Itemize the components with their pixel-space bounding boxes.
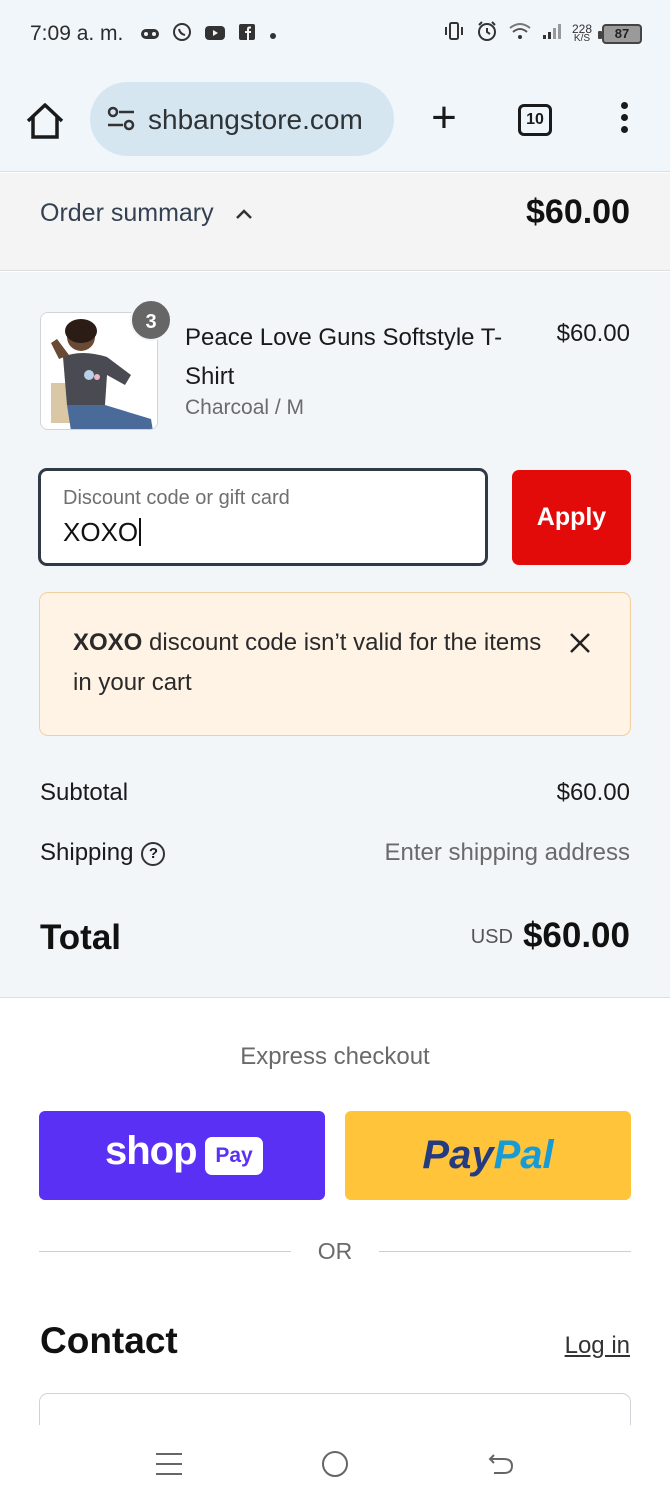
address-bar[interactable]: shbangstore.com — [90, 82, 394, 156]
system-icons: 228 K/S 87 — [442, 20, 642, 47]
order-summary-label: Order summary — [40, 199, 214, 227]
shop-pay-badge: Pay — [205, 1137, 263, 1175]
total-amount: USD $60.00 — [470, 916, 630, 955]
battery-icon: 87 — [598, 23, 642, 44]
more-menu-icon[interactable] — [614, 102, 634, 138]
subtotal-label: Subtotal — [40, 779, 129, 806]
alarm-icon — [476, 20, 498, 47]
discount-field-value: XOXO — [63, 517, 142, 548]
facebook-icon — [238, 23, 256, 46]
alert-message: XOXO discount code isn’t valid for the i… — [73, 629, 542, 696]
order-summary-panel: 3 Peace Love Guns Softstyle T-Shirt Char… — [0, 272, 670, 998]
vibrate-icon — [442, 21, 466, 46]
order-summary-toggle[interactable]: Order summary $60.00 — [0, 173, 670, 271]
dot-icon — [268, 24, 278, 46]
status-bar: 7:09 a. m. 228 K/S 87 — [0, 0, 670, 68]
whatsapp-icon — [172, 22, 192, 47]
discount-field-label: Discount code or gift card — [63, 487, 290, 509]
url-text: shbangstore.com — [148, 104, 363, 135]
close-icon[interactable] — [568, 631, 592, 655]
text-caret — [139, 518, 142, 546]
product-name: Peace Love Guns Softstyle T-Shirt — [185, 324, 503, 390]
net-speed: 228 K/S — [571, 21, 592, 44]
tabs-icon[interactable]: 10 — [518, 104, 552, 136]
chevron-up-icon — [234, 205, 254, 225]
help-icon[interactable]: ? — [141, 842, 166, 866]
youtube-icon — [204, 24, 226, 46]
divider-line-right — [379, 1251, 631, 1252]
status-time: 7:09 a. m. — [30, 22, 124, 45]
back-icon[interactable] — [486, 1451, 516, 1477]
paypal-button[interactable]: PayPal — [345, 1111, 631, 1200]
wifi-icon — [508, 21, 532, 46]
shipping-value: Enter shipping address — [384, 839, 630, 866]
order-summary-total: $60.00 — [526, 193, 630, 231]
shop-pay-button[interactable]: shop Pay — [39, 1111, 325, 1200]
subtotal-value: $60.00 — [556, 779, 630, 806]
express-checkout-title: Express checkout — [240, 1043, 430, 1070]
apply-button[interactable]: Apply — [512, 470, 631, 565]
browser-toolbar: shbangstore.com + 10 — [0, 68, 670, 172]
product-price: $60.00 — [556, 320, 630, 347]
quantity-badge: 3 — [130, 299, 172, 341]
signal-icon — [542, 22, 562, 45]
site-settings-icon[interactable] — [106, 106, 136, 132]
log-in-link[interactable]: Log in — [565, 1332, 630, 1360]
game-controller-icon — [140, 24, 160, 46]
discount-error-alert: XOXO discount code isn’t valid for the i… — [39, 592, 631, 736]
shop-pay-logo-text: shop — [105, 1129, 198, 1173]
home-nav-icon[interactable] — [322, 1451, 348, 1477]
new-tab-icon[interactable]: + — [424, 96, 464, 140]
shipping-label-row: Shipping? — [40, 839, 166, 867]
or-divider: OR — [39, 1237, 631, 1267]
home-icon[interactable] — [24, 102, 66, 140]
contact-heading: Contact — [40, 1320, 178, 1361]
product-variant: Charcoal / M — [185, 396, 305, 419]
system-nav-bar — [0, 1425, 670, 1500]
discount-code-input[interactable]: Discount code or gift card XOXO — [38, 468, 488, 566]
notification-icons — [140, 22, 278, 47]
recent-apps-icon[interactable] — [156, 1453, 182, 1475]
total-label: Total — [40, 918, 122, 957]
